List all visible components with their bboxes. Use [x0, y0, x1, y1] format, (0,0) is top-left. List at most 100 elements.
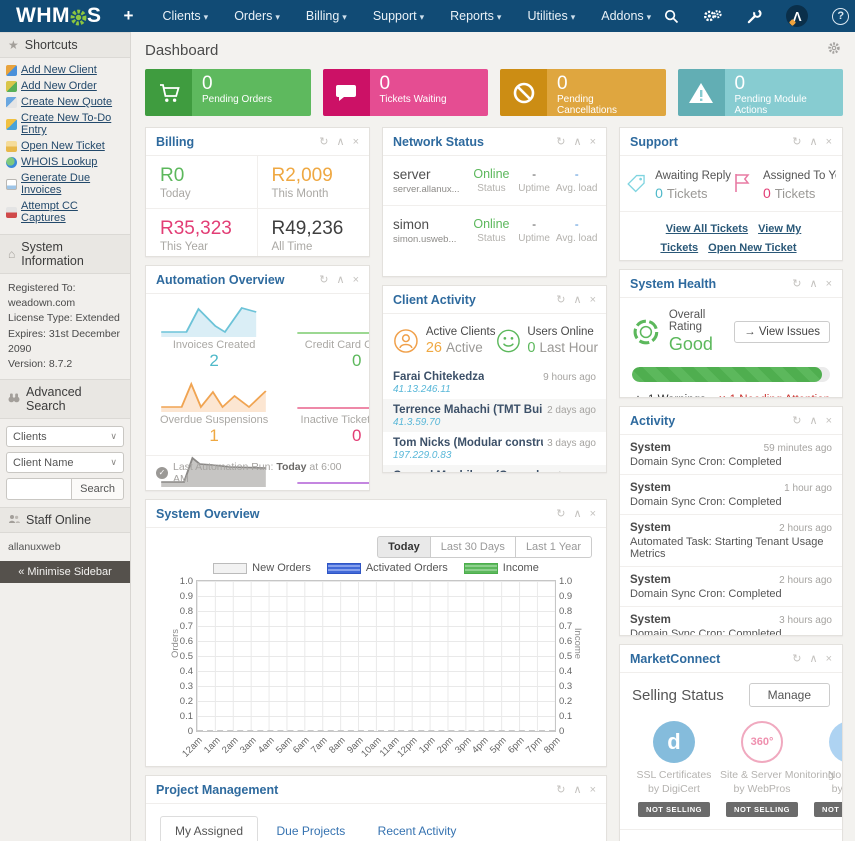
notifications-icon[interactable]: Λ — [786, 5, 808, 27]
menu-reports[interactable]: Reports▾ — [437, 1, 514, 31]
assigned-to-you-stat: Assigned To You0 Tickets — [731, 170, 836, 201]
dashboard-settings-gear-icon[interactable] — [827, 41, 841, 60]
collapse-icon[interactable]: ∧ — [810, 416, 818, 427]
refresh-icon[interactable]: ↻ — [792, 137, 801, 148]
search-button[interactable]: Search — [72, 478, 124, 500]
view-all-tickets-link[interactable]: View All Tickets — [666, 223, 748, 235]
close-icon[interactable]: × — [590, 295, 596, 306]
tab-last-1-year[interactable]: Last 1 Year — [515, 536, 592, 558]
pending-module-actions-card[interactable]: 0Pending Module Actions — [678, 69, 844, 116]
refresh-icon[interactable]: ↻ — [556, 137, 565, 148]
close-icon[interactable]: × — [590, 785, 596, 796]
close-icon[interactable]: × — [826, 654, 832, 665]
collapse-icon[interactable]: ∧ — [337, 275, 345, 286]
main-content: Dashboard 0Pending Orders 0Tickets Waiti… — [131, 32, 855, 841]
sidebar-item-open-new-ticket[interactable]: Open New Ticket — [4, 138, 126, 154]
close-icon[interactable]: × — [590, 509, 596, 520]
product-ssl-certificates[interactable]: d SSL Certificatesby DigiCert NOT SELLIN… — [632, 721, 716, 817]
tickets-waiting-card[interactable]: 0Tickets Waiting — [323, 69, 489, 116]
pending-cancellations-card[interactable]: 0Pending Cancellations — [500, 69, 666, 116]
close-icon[interactable]: × — [826, 137, 832, 148]
refresh-icon[interactable]: ↻ — [792, 654, 801, 665]
open-new-ticket-link[interactable]: Open New Ticket — [708, 242, 796, 254]
product-site-server-monitoring[interactable]: 360° Site & Server Monitoringby WebPros … — [720, 721, 804, 817]
search-icon[interactable] — [664, 9, 679, 24]
system-information-header[interactable]: ⌂ System Information — [0, 234, 130, 274]
sidebar-item-create-new-quote[interactable]: Create New Quote — [4, 94, 126, 110]
x-tick-label: 8am — [327, 735, 348, 756]
menu-orders[interactable]: Orders▾ — [221, 1, 293, 31]
activity-item: System1 hour ago Domain Sync Cron: Compl… — [620, 475, 842, 515]
collapse-icon[interactable]: ∧ — [810, 137, 818, 148]
tab-today[interactable]: Today — [377, 536, 431, 558]
license-type: License Type: Extended — [8, 311, 122, 326]
close-icon[interactable]: × — [826, 416, 832, 427]
whmcs-logo[interactable]: WHM S — [0, 4, 114, 28]
sidebar-item-add-new-client[interactable]: Add New Client — [4, 62, 126, 78]
tools-wrench-icon[interactable] — [747, 9, 762, 24]
refresh-icon[interactable]: ↻ — [556, 785, 565, 796]
close-icon[interactable]: × — [353, 137, 359, 148]
collapse-icon[interactable]: ∧ — [574, 785, 582, 796]
sidebar-item-add-new-order[interactable]: Add New Order — [4, 78, 126, 94]
view-issues-button[interactable]: → View Issues — [734, 321, 830, 343]
close-icon[interactable]: × — [826, 279, 832, 290]
refresh-icon[interactable]: ↻ — [319, 137, 328, 148]
tab-due-projects[interactable]: Due Projects — [263, 817, 360, 841]
check-circle-icon: ✓ — [156, 467, 168, 479]
tab-last-30-days[interactable]: Last 30 Days — [430, 536, 516, 558]
refresh-icon[interactable]: ↻ — [792, 416, 801, 427]
close-icon[interactable]: × — [353, 275, 359, 286]
tab-recent-activity[interactable]: Recent Activity — [364, 817, 471, 841]
logo-text-pre: WHM — [16, 4, 70, 28]
client-row[interactable]: Tom Nicks (Modular construction)3 days a… — [383, 432, 606, 465]
sidebar-item-create-todo[interactable]: Create New To-Do Entry — [4, 110, 126, 138]
collapse-icon[interactable]: ∧ — [810, 654, 818, 665]
staff-online-header[interactable]: Staff Online — [0, 507, 130, 533]
menu-clients[interactable]: Clients▾ — [149, 1, 221, 31]
refresh-icon[interactable]: ↻ — [556, 509, 565, 520]
search-type-select[interactable]: Clients ∨ — [6, 426, 124, 447]
advanced-search-header[interactable]: Advanced Search — [0, 379, 130, 419]
sidebar-item-whois-lookup[interactable]: WHOIS Lookup — [4, 154, 126, 170]
client-row[interactable]: Farai Chitekedza9 hours ago 41.13.246.11 — [383, 366, 606, 399]
sidebar-item-generate-due-invoices[interactable]: Generate Due Invoices — [4, 170, 126, 198]
x-tick-label: 5am — [273, 735, 294, 756]
menu-billing[interactable]: Billing▾ — [293, 1, 360, 31]
server-row[interactable]: simonsimon.usweb... OnlineStatus -Uptime… — [383, 205, 606, 255]
close-icon[interactable]: × — [590, 137, 596, 148]
y-tick-label: 0.2 — [559, 696, 581, 707]
client-row[interactable]: Terrence Mahachi (TMT Building Proj...2 … — [383, 399, 606, 432]
card-label: Pending Cancellations — [557, 94, 656, 116]
refresh-icon[interactable]: ↻ — [792, 279, 801, 290]
collapse-icon[interactable]: ∧ — [810, 279, 818, 290]
refresh-icon[interactable]: ↻ — [556, 295, 565, 306]
caret-down-icon: ▾ — [647, 12, 652, 22]
quick-add-button[interactable]: + — [114, 6, 150, 26]
search-input[interactable] — [6, 478, 72, 500]
pending-orders-card[interactable]: 0Pending Orders — [145, 69, 311, 116]
menu-utilities[interactable]: Utilities▾ — [514, 1, 588, 31]
x-tick-label: 6am — [291, 735, 312, 756]
client-row[interactable]: Conrad Muchibwa (Conrad Services)4 days … — [383, 465, 606, 473]
tab-my-assigned[interactable]: My Assigned — [160, 816, 258, 841]
collapse-icon[interactable]: ∧ — [574, 137, 582, 148]
shortcuts-header[interactable]: ★ Shortcuts — [0, 32, 130, 58]
product-nordvpn[interactable]: NordVPNby Nord NOT SELLING — [808, 721, 843, 817]
sidebar-item-attempt-cc-captures[interactable]: Attempt CC Captures — [4, 198, 126, 226]
server-row[interactable]: serverserver.allanux... OnlineStatus -Up… — [383, 156, 606, 205]
collapse-icon[interactable]: ∧ — [574, 295, 582, 306]
menu-addons[interactable]: Addons▾ — [588, 1, 664, 31]
search-field-select[interactable]: Client Name ∨ — [6, 452, 124, 473]
x-tick-label: 8pm — [542, 735, 563, 756]
minimise-sidebar-button[interactable]: « Minimise Sidebar — [0, 561, 130, 583]
help-icon[interactable]: ? — [832, 8, 849, 25]
y-tick-label: 0.4 — [559, 666, 581, 677]
collapse-icon[interactable]: ∧ — [574, 509, 582, 520]
automation-status-icon[interactable] — [703, 8, 723, 24]
refresh-icon[interactable]: ↻ — [319, 275, 328, 286]
collapse-icon[interactable]: ∧ — [337, 137, 345, 148]
automation-overview-panel: Automation Overview ↻∧× Invoices Created… — [145, 265, 370, 491]
menu-support[interactable]: Support▾ — [360, 1, 437, 31]
manage-button[interactable]: Manage — [749, 683, 830, 707]
